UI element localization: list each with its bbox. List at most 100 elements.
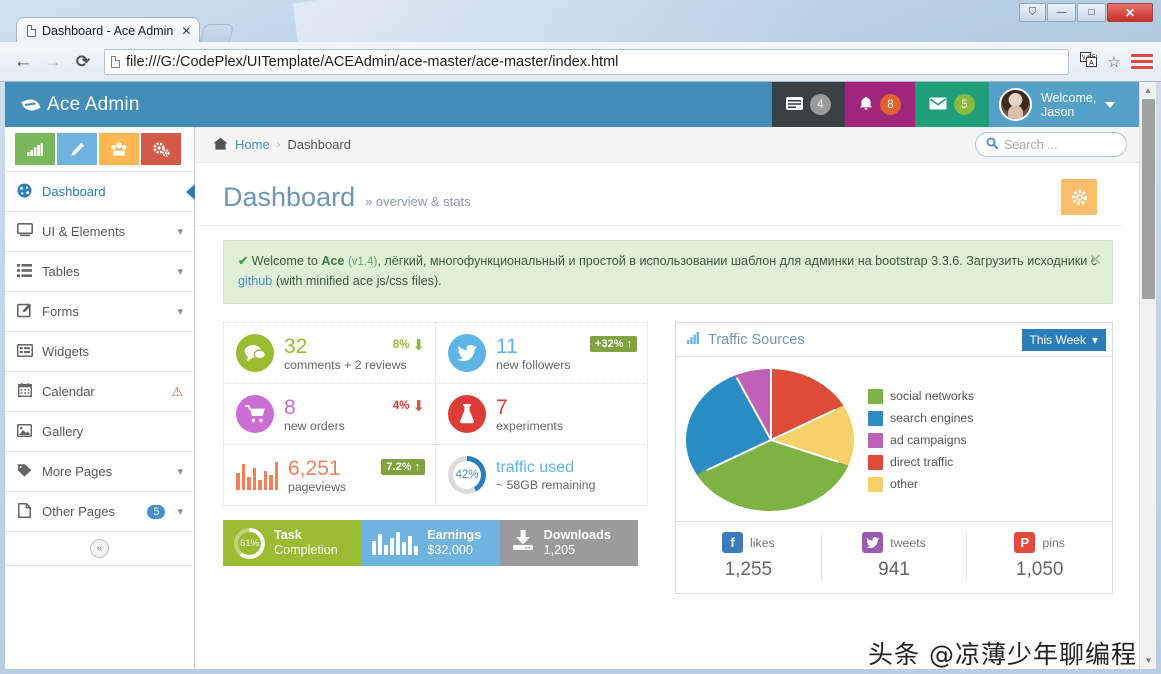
bookmark-star-icon[interactable]: ☆	[1101, 53, 1127, 71]
new-tab-button[interactable]	[200, 24, 235, 42]
browser-window: Dashboard - Ace Admin ✕ ⛉ — □ ✕ ← → ⟳ fi…	[0, 0, 1161, 674]
address-bar[interactable]: file:///G:/CodePlex/UITemplate/ACEAdmin/…	[104, 48, 1069, 75]
users-glyph	[111, 142, 127, 156]
navbar-tasks-button[interactable]: 4	[772, 82, 845, 127]
user-name: Jason	[1041, 104, 1075, 119]
settings-button[interactable]	[1061, 179, 1097, 215]
scrollbar-thumb[interactable]	[1142, 99, 1155, 299]
window-minimize-button[interactable]: —	[1047, 3, 1076, 22]
sidebar-collapse-button[interactable]: «	[90, 539, 109, 558]
infobox-traffic-used[interactable]: 42% traffic used ~ 58GB remaining	[448, 456, 637, 495]
social-value: 1,050	[1015, 559, 1064, 581]
scroll-up-arrow[interactable]: ▲	[1140, 82, 1156, 99]
shortcut-cogs-icon[interactable]	[141, 133, 181, 165]
sidebar-item-forms[interactable]: Forms ▾	[5, 292, 194, 332]
infobox-pageviews[interactable]: 6,251 pageviews 7.2% ↑	[236, 457, 425, 494]
sidebar-nav: Dashboard UI & Elements ▾ Tables ▾ Forms…	[5, 172, 194, 532]
page-header: Dashboard » overview & stats	[195, 163, 1121, 226]
infobox-column: 32 comments + 2 reviews 8% ⬇ 11 new foll…	[223, 322, 653, 594]
sidebar-item-ui-elements[interactable]: UI & Elements ▾	[5, 212, 194, 252]
infobox-cell: 11 new followers +32% ↑	[435, 322, 648, 385]
window-maximize-button[interactable]: □	[1077, 3, 1106, 22]
page-scrollbar[interactable]: ▲ ▼	[1139, 82, 1156, 669]
infobox-followers[interactable]: 11 new followers +32% ↑	[448, 334, 637, 373]
sidebar-item-label: Calendar	[42, 384, 95, 399]
legend-swatch	[868, 432, 883, 448]
legend-label: search engines	[890, 411, 974, 426]
widget-header: Traffic Sources This Week ▾	[676, 323, 1112, 358]
signal-glyph	[27, 142, 43, 156]
translate-glyph: \u6587 A	[1079, 52, 1103, 67]
shortcut-users-icon[interactable]	[99, 133, 139, 165]
big-button-text: Task Completion	[274, 528, 338, 558]
messages-badge: 5	[954, 94, 975, 115]
reload-icon[interactable]: ⟳	[68, 52, 98, 72]
sidebar-item-more-pages[interactable]: More Pages ▾	[5, 452, 194, 492]
arrow-down-icon: ⬇	[412, 398, 425, 416]
search-box[interactable]	[975, 132, 1127, 157]
window-user-button[interactable]: ⛉	[1019, 3, 1046, 22]
forward-icon[interactable]: →	[38, 51, 68, 72]
navbar-messages-button[interactable]: 5	[915, 82, 989, 127]
search-input[interactable]	[1004, 137, 1114, 152]
sidebar-item-widgets[interactable]: Widgets	[5, 332, 194, 372]
big-button-title: Task	[274, 528, 302, 543]
flask-icon	[448, 395, 486, 434]
traffic-pie-chart[interactable]	[686, 369, 854, 512]
infobox-text: traffic used ~ 58GB remaining	[496, 458, 595, 492]
infobox-label: comments + 2 reviews	[284, 357, 407, 372]
alert-body1: , лёгкий, многофункциональный и простой …	[377, 254, 1098, 268]
browser-menu-icon[interactable]	[1131, 54, 1153, 69]
period-dropdown[interactable]: This Week ▾	[1021, 328, 1106, 351]
infobox-text: 8 new orders	[284, 396, 345, 433]
download-glyph	[512, 530, 533, 551]
navbar-notifications-button[interactable]: 8	[845, 82, 915, 127]
twitter-glyph	[865, 536, 880, 548]
task-completion-button[interactable]: 61% Task Completion	[223, 520, 362, 567]
leaf-icon	[21, 96, 41, 113]
sidebar-item-label: UI & Elements	[42, 224, 126, 239]
comments-glyph	[244, 345, 266, 362]
donut-percent: 42%	[453, 461, 481, 490]
translate-icon[interactable]: \u6587 A	[1075, 52, 1103, 71]
traffic-column: Traffic Sources This Week ▾ social netwo…	[675, 322, 1113, 595]
brand-logo[interactable]: Ace Admin	[5, 82, 195, 127]
legend-item: other	[868, 476, 974, 492]
sidebar-item-gallery[interactable]: Gallery	[5, 412, 194, 452]
earnings-chart-icon	[372, 531, 419, 556]
tab-close-icon[interactable]: ✕	[181, 24, 191, 38]
infobox-experiments[interactable]: 7 experiments	[448, 395, 637, 434]
browser-tab[interactable]: Dashboard - Ace Admin ✕	[16, 17, 201, 42]
big-button-sub: $32,000	[427, 543, 473, 558]
arrow-up-icon: ⬇	[412, 337, 425, 355]
tag-glyph	[17, 464, 32, 477]
brand-name: Ace Admin	[47, 93, 140, 115]
breadcrumb-home[interactable]: Home	[235, 137, 270, 152]
shortcut-signal-icon[interactable]	[15, 133, 55, 165]
tasks-icon	[786, 96, 803, 113]
navbar-user-menu[interactable]: Welcome, Jason	[989, 82, 1139, 127]
infobox-label: new orders	[284, 418, 345, 433]
shortcut-pencil-icon[interactable]	[57, 133, 97, 165]
infobox-orders[interactable]: 8 new orders 4% ⬇	[236, 395, 425, 434]
big-button-title: Earnings	[427, 528, 482, 543]
sidebar-item-label: More Pages	[42, 464, 113, 479]
social-header: tweets	[822, 532, 967, 554]
scroll-down-arrow[interactable]: ▼	[1140, 652, 1156, 669]
earnings-button[interactable]: Earnings $32,000	[361, 520, 500, 567]
sidebar-item-tables[interactable]: Tables ▾	[5, 252, 194, 292]
window-close-button[interactable]: ✕	[1107, 3, 1153, 22]
sidebar-item-calendar[interactable]: Calendar ⚠	[5, 372, 194, 412]
pie-gap	[770, 409, 836, 442]
envelope-glyph	[929, 97, 947, 109]
close-icon[interactable]: ✕	[1089, 249, 1102, 274]
downloads-button[interactable]: Downloads 1,205	[499, 520, 638, 567]
social-header: P pins	[967, 532, 1112, 554]
github-link[interactable]: github	[238, 274, 272, 288]
infobox-comments[interactable]: 32 comments + 2 reviews 8% ⬇	[236, 334, 425, 373]
pinterest-icon: P	[1014, 532, 1036, 554]
sidebar-item-other-pages[interactable]: Other Pages 5 ▾	[5, 492, 194, 532]
sidebar-item-dashboard[interactable]: Dashboard	[5, 172, 194, 212]
infobox-label: pageviews	[288, 479, 347, 494]
back-icon[interactable]: ←	[8, 51, 38, 73]
